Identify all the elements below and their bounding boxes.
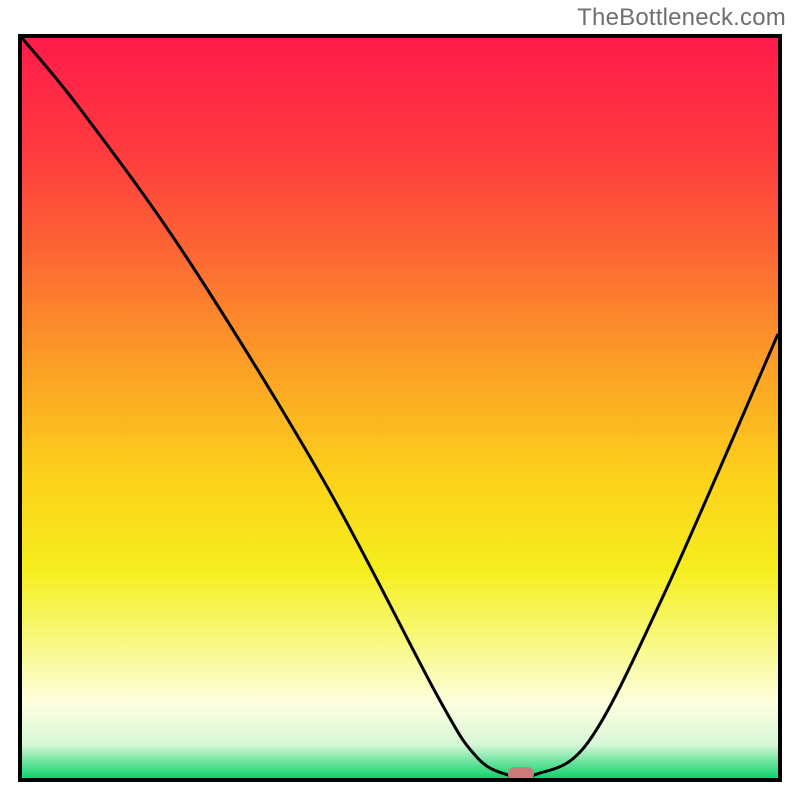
optimum-marker bbox=[508, 767, 534, 781]
watermark: TheBottleneck.com bbox=[577, 4, 786, 32]
plot-area bbox=[18, 34, 782, 782]
bottleneck-curve bbox=[22, 38, 778, 778]
chart-container: TheBottleneck.com bbox=[0, 0, 800, 800]
